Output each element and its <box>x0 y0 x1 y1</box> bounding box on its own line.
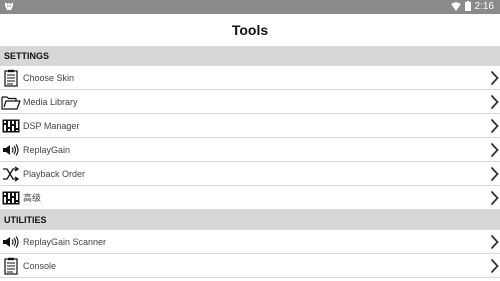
tools-list: SETTINGS Choose Skin Media Library DSP M… <box>0 46 500 278</box>
menu-item-label: Choose Skin <box>23 72 75 83</box>
section-title: UTILITIES <box>4 215 47 225</box>
menu-item-media-library[interactable]: Media Library <box>0 90 500 114</box>
status-bar: 2:16 <box>0 0 500 14</box>
menu-item-label: 高级 <box>23 193 42 203</box>
menu-item-label: DSP Manager <box>23 120 80 131</box>
menu-item-label: Console <box>23 260 57 271</box>
menu-item-dsp-manager[interactable]: DSP Manager <box>0 114 500 138</box>
speaker-icon <box>0 141 22 159</box>
menu-item-replaygain-scanner[interactable]: ReplayGain Scanner <box>0 230 500 254</box>
menu-item-label: Media Library <box>23 96 78 107</box>
menu-item-advanced[interactable]: 高级 <box>0 186 500 210</box>
section-title: SETTINGS <box>4 51 50 61</box>
menu-item-label: ReplayGain <box>23 144 71 155</box>
clipboard-icon <box>0 69 22 87</box>
equalizer-icon <box>0 117 22 135</box>
chevron-right-icon <box>489 233 499 251</box>
equalizer-icon <box>0 189 22 207</box>
status-time: 2:16 <box>474 1 494 12</box>
menu-item-replaygain[interactable]: ReplayGain <box>0 138 500 162</box>
chevron-right-icon <box>489 69 499 87</box>
chevron-right-icon <box>489 257 499 275</box>
app-header: Tools <box>0 14 500 46</box>
menu-item-label: ReplayGain Scanner <box>23 236 107 247</box>
chevron-right-icon <box>489 117 499 135</box>
page-title: Tools <box>231 22 269 38</box>
section-header-utilities: UTILITIES <box>0 210 500 230</box>
menu-item-choose-skin[interactable]: Choose Skin <box>0 66 500 90</box>
clipboard-icon <box>0 257 22 275</box>
speaker-icon <box>0 233 22 251</box>
chevron-right-icon <box>489 189 499 207</box>
menu-item-console[interactable]: Console <box>0 254 500 278</box>
chevron-right-icon <box>489 165 499 183</box>
chevron-right-icon <box>489 93 499 111</box>
menu-item-label: Playback Order <box>23 168 86 179</box>
section-header-settings: SETTINGS <box>0 46 500 66</box>
folder-icon <box>0 93 22 111</box>
shuffle-icon <box>0 165 22 183</box>
menu-item-playback-order[interactable]: Playback Order <box>0 162 500 186</box>
chevron-right-icon <box>489 141 499 159</box>
